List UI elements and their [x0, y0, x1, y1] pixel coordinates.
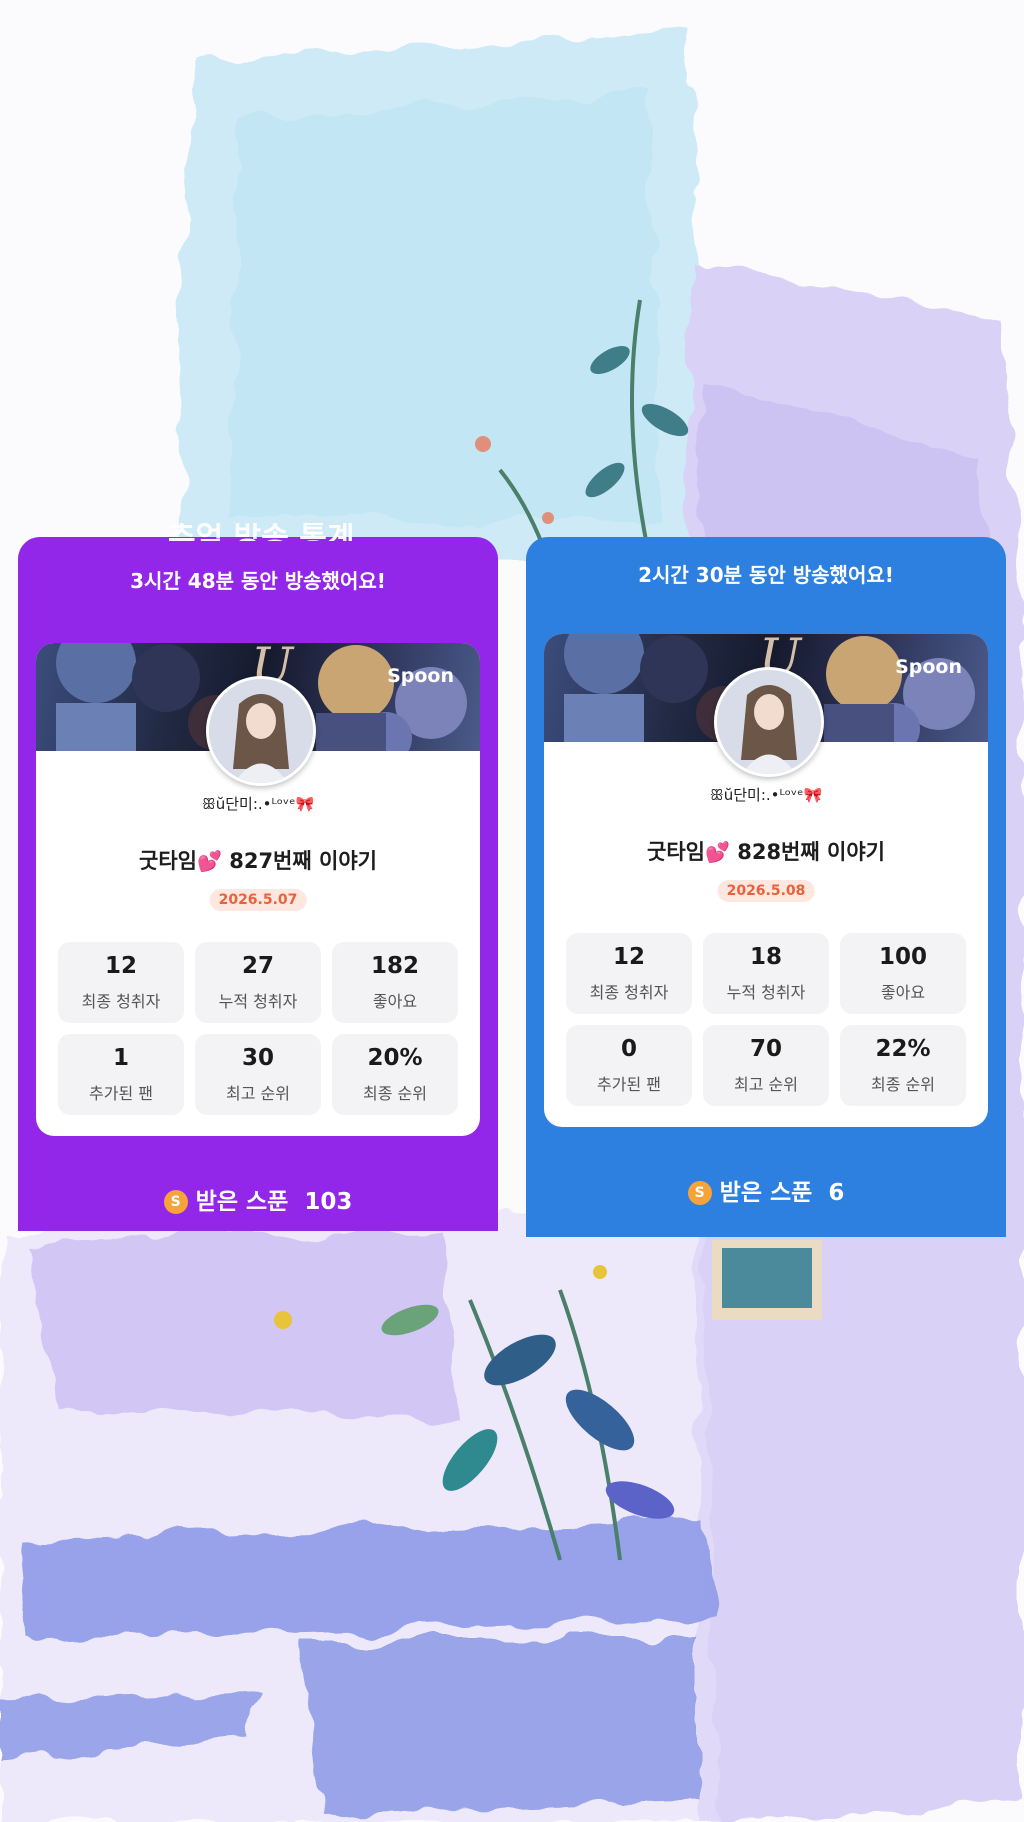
stat-final-rank: 22% 최종 순위 — [840, 1025, 966, 1106]
profile-avatar-image[interactable] — [206, 676, 316, 786]
heart-icon: 💕 — [197, 849, 222, 873]
received-spoons: S 받은 스푼 103 — [18, 1182, 498, 1216]
stat-value: 182 — [370, 953, 419, 979]
title-text: 굿타임 — [647, 840, 705, 864]
received-spoons-label: 받은 스푼 — [719, 1180, 813, 1206]
stat-value: 22% — [875, 1036, 931, 1062]
received-spoons-label: 받은 스푼 — [195, 1189, 289, 1215]
spoon-brand-logo: Spoon — [387, 665, 454, 687]
stat-new-fans: 0 추가된 팬 — [566, 1025, 692, 1106]
broadcast-summary-card-2: 2시간 30분 동안 방송했어요! U Spoon ꕥŭ단미:.•ᴸᵒᵛᵉ🎀 굿… — [526, 537, 1006, 1237]
stat-label: 누적 청취자 — [218, 992, 298, 1011]
broadcast-title: 굿타임💕 827번째 이야기 — [36, 845, 480, 875]
stat-label: 최종 청취자 — [589, 983, 669, 1002]
title-text: 굿타임 — [139, 849, 197, 873]
stat-value: 18 — [749, 944, 782, 970]
stat-final-rank: 20% 최종 순위 — [332, 1034, 458, 1115]
stat-value: 12 — [104, 953, 137, 979]
stats-grid: 12 최종 청취자 18 누적 청취자 100 좋아요 0 추가된 팬 70 최고 순위 … — [566, 933, 966, 1106]
stat-label: 누적 청취자 — [726, 983, 806, 1002]
broadcast-duration-header: 3시간 48분 동안 방송했어요! — [130, 569, 386, 593]
title-episode: 827번째 이야기 — [221, 849, 377, 873]
broadcast-date-badge: 2026.5.07 — [209, 889, 307, 911]
broadcast-info-panel: U Spoon ꕥŭ단미:.•ᴸᵒᵛᵉ🎀 굿타임💕 828번째 이야기 2026… — [544, 634, 988, 1127]
stat-value: 30 — [241, 1045, 274, 1071]
broadcast-info-panel: U Spoon ꕥŭ단미:.•ᴸᵒᵛᵉ🎀 굿타임💕 827번째 이야기 2026… — [36, 643, 480, 1136]
stat-new-fans: 1 추가된 팬 — [58, 1034, 184, 1115]
stat-label: 최고 순위 — [734, 1075, 798, 1094]
received-spoons-count: 6 — [828, 1180, 845, 1206]
stat-value: 27 — [241, 953, 274, 979]
broadcast-title: 굿타임💕 828번째 이야기 — [544, 836, 988, 866]
stat-value: 20% — [367, 1045, 423, 1071]
spoon-brand-logo: Spoon — [895, 656, 962, 678]
stat-total-listeners: 18 누적 청취자 — [703, 933, 829, 1014]
stat-label: 좋아요 — [880, 983, 926, 1002]
stat-label: 추가된 팬 — [597, 1075, 661, 1094]
stat-total-listeners: 27 누적 청취자 — [195, 942, 321, 1023]
stat-label: 최종 청취자 — [81, 992, 161, 1011]
stat-value: 0 — [620, 1036, 637, 1062]
heart-icon: 💕 — [705, 840, 730, 864]
broadcast-summary-card-1: 추억 방송 통계 3시간 48분 동안 방송했어요! U Spoon ꕥŭ단미:… — [18, 523, 498, 1231]
spoon-coin-icon: S — [687, 1181, 712, 1205]
stat-value: 70 — [749, 1036, 782, 1062]
stat-label: 최종 순위 — [871, 1075, 935, 1094]
card-top-title-cropped: 추억 방송 통계 — [168, 523, 355, 541]
profile-avatar-image[interactable] — [714, 667, 824, 777]
stat-label: 최종 순위 — [363, 1084, 427, 1103]
stat-label: 최고 순위 — [226, 1084, 290, 1103]
stat-best-rank: 30 최고 순위 — [195, 1034, 321, 1115]
title-episode: 828번째 이야기 — [729, 840, 885, 864]
stat-label: 좋아요 — [372, 992, 418, 1011]
stat-likes: 100 좋아요 — [840, 933, 966, 1014]
broadcast-duration-header: 2시간 30분 동안 방송했어요! — [638, 563, 894, 587]
dj-nickname: ꕥŭ단미:.•ᴸᵒᵛᵉ🎀 — [201, 795, 315, 813]
dj-nickname: ꕥŭ단미:.•ᴸᵒᵛᵉ🎀 — [709, 786, 823, 804]
stat-value: 12 — [612, 944, 645, 970]
received-spoons-count: 103 — [304, 1189, 353, 1215]
stat-likes: 182 좋아요 — [332, 942, 458, 1023]
stats-grid: 12 최종 청취자 27 누적 청취자 182 좋아요 1 추가된 팬 30 최고 순위 … — [58, 942, 458, 1115]
stat-final-listeners: 12 최종 청취자 — [566, 933, 692, 1014]
broadcast-date-badge: 2026.5.08 — [717, 880, 815, 902]
received-spoons: S 받은 스푼 6 — [526, 1173, 1006, 1207]
stat-value: 1 — [112, 1045, 129, 1071]
stat-best-rank: 70 최고 순위 — [703, 1025, 829, 1106]
stat-label: 추가된 팬 — [89, 1084, 153, 1103]
stat-value: 100 — [878, 944, 927, 970]
spoon-coin-icon: S — [163, 1190, 188, 1214]
stat-final-listeners: 12 최종 청취자 — [58, 942, 184, 1023]
